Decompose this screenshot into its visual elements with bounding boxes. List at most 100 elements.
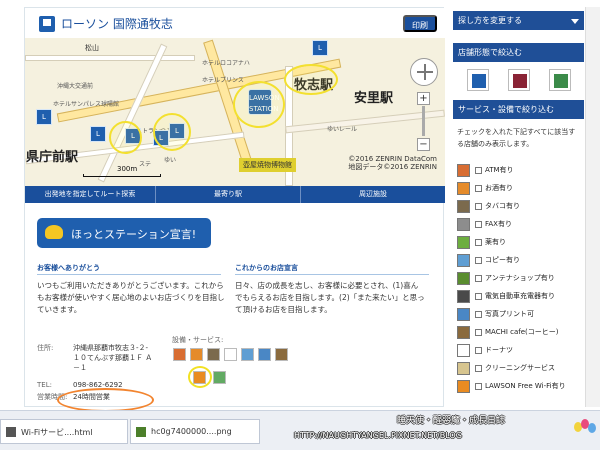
zoom-out-button[interactable]: − [417, 138, 430, 151]
charging-service-icon [213, 371, 226, 384]
filter-machi-cafe[interactable]: MACHI cafe(コーヒー) [457, 325, 581, 341]
filter-antenna-shop[interactable]: アンテナショップ有り [457, 271, 581, 287]
map-label: ホテルプリンス [202, 77, 244, 84]
vertical-scrollbar[interactable] [585, 7, 600, 407]
lawson-map-pin[interactable]: L [90, 126, 106, 142]
cleaning-icon [457, 362, 470, 375]
filter-wifi[interactable]: LAWSON Free Wi-Fi有り [457, 379, 581, 395]
address-label: 住所: [37, 344, 54, 352]
medicine-icon [457, 236, 470, 249]
print-button[interactable]: 印刷 [403, 15, 437, 32]
filter-cleaning[interactable]: クリーニングサービス [457, 361, 581, 377]
photo-print-icon [457, 308, 470, 321]
wifi-icon [457, 380, 470, 393]
yellow-highlight-circle [188, 366, 212, 388]
checkbox[interactable] [475, 257, 482, 264]
filter-donuts[interactable]: ドーナツ [457, 343, 581, 359]
map-label: ゆい [164, 157, 177, 164]
checkbox[interactable] [475, 347, 482, 354]
checkbox[interactable] [475, 185, 482, 192]
store-map[interactable]: 松山 沖縄大交通前 ホテルサンパレス球陽館 ホテルロコアナハ ホテルプリンス レ… [25, 38, 445, 186]
filter-medicine[interactable]: 薬有り [457, 235, 581, 251]
checkbox[interactable] [475, 293, 482, 300]
map-scale-bar [83, 174, 161, 177]
map-label: 松山 [85, 44, 99, 52]
photo-print-service-icon [258, 348, 271, 361]
map-label: ゆいレール [327, 126, 358, 133]
lawson-map-pin[interactable]: L [312, 40, 328, 56]
filter-fax[interactable]: FAX有り [457, 217, 581, 233]
checkbox[interactable] [475, 383, 482, 390]
balloon-icon [574, 417, 598, 435]
store-type-filter-header: 店舗形態で絞込む [453, 43, 584, 62]
nearest-station-tab[interactable]: 最寄り駅 [156, 186, 301, 203]
app-window: ローソン 国際通牧志 印刷 松山 沖縄大交通前 ホテルサンパレス球陽館 ホテルロ… [0, 0, 600, 450]
copy-service-icon [241, 348, 254, 361]
museum-label: 壺屋焼物博物館 [239, 158, 296, 172]
route-search-tab[interactable]: 出発地を指定してルート探索 [25, 186, 156, 203]
donut-icon [457, 344, 470, 357]
change-search-method-button[interactable]: 探し方を変更する [453, 11, 584, 30]
declaration-icon [45, 225, 63, 239]
checkbox[interactable] [475, 329, 482, 336]
hot-station-declaration: ほっとステーション宣言! [37, 218, 211, 248]
thank-you-heading: お客様へありがとう [37, 264, 100, 272]
filter-atm[interactable]: ATM有り [457, 163, 581, 179]
declaration-title: ほっとステーション宣言! [71, 228, 197, 241]
coffee-service-icon [275, 348, 288, 361]
checkbox[interactable] [475, 311, 482, 318]
thank-you-text: いつもご利用いただきありがとうございます。これからもお客様が使いやすく居心地のよ… [37, 281, 225, 314]
yellow-highlight-circle [284, 64, 338, 95]
ev-charger-icon [457, 290, 470, 303]
road [97, 43, 168, 183]
filter-photo-print[interactable]: 写真プリント可 [457, 307, 581, 323]
nearby-facilities-tab[interactable]: 周辺施設 [301, 186, 445, 203]
checkbox[interactable] [475, 275, 482, 282]
map-copyright: ©2016 ZENRIN DataCom 地図データ©2016 ZENRIN [348, 155, 437, 171]
chevron-down-icon [571, 19, 579, 24]
checkbox[interactable] [475, 167, 482, 174]
section-divider [37, 274, 221, 275]
html-file-icon [6, 427, 16, 437]
lawson-store-icon [39, 16, 55, 32]
liquor-service-icon [190, 348, 203, 361]
coffee-icon [457, 326, 470, 339]
lawson-store-filter[interactable] [467, 69, 489, 91]
zoom-in-button[interactable]: + [417, 92, 430, 105]
filter-description: チェックを入れた下記すべてに該当する店舗のみ表示します。 [457, 128, 576, 148]
map-controls: + − [410, 58, 438, 152]
checkbox[interactable] [475, 203, 482, 210]
store-detail-panel: ローソン 国際通牧志 印刷 松山 沖縄大交通前 ホテルサンパレス球陽館 ホテルロ… [24, 7, 445, 412]
filter-ev-charger[interactable]: 電気自動車充電器有り [457, 289, 581, 305]
checkbox[interactable] [475, 221, 482, 228]
png-file-icon [136, 427, 146, 437]
services-label: 設備・サービス: [172, 336, 224, 344]
copy-icon [457, 254, 470, 267]
filter-liquor[interactable]: お酒有り [457, 181, 581, 197]
atm-service-icon [173, 348, 186, 361]
road [25, 55, 195, 61]
filter-copy[interactable]: コピー有り [457, 253, 581, 269]
lawson-map-pin[interactable]: L [36, 109, 52, 125]
checkbox[interactable] [475, 239, 482, 246]
checkbox[interactable] [475, 365, 482, 372]
map-action-tabs: 出発地を指定してルート探索 最寄り駅 周辺施設 [25, 186, 445, 203]
map-label: ステ [139, 161, 152, 168]
orange-highlight-circle [57, 388, 154, 412]
zoom-slider[interactable] [422, 106, 425, 136]
blog-watermark: 睡天使・醒惡魔・成長日誌 [397, 416, 506, 426]
compass-icon[interactable] [410, 58, 438, 86]
map-station-label: 安里駅 [354, 91, 394, 106]
lawson-100-filter[interactable] [549, 69, 571, 91]
taskbar-png-file[interactable]: hc0g7400000....png [130, 419, 260, 444]
fax-icon [457, 218, 470, 231]
service-filter-header: サービス・設備で絞り込む [453, 100, 584, 119]
tobacco-service-icon [207, 348, 220, 361]
natural-lawson-filter[interactable] [508, 69, 530, 91]
tel-label: TEL: [37, 381, 52, 389]
blog-url-watermark: HTTP://NAUGHTYANGEL.PIXNET.NET/BLOG [294, 431, 462, 440]
filter-tobacco[interactable]: タバコ有り [457, 199, 581, 215]
store-title: ローソン 国際通牧志 [61, 17, 173, 31]
store-declaration-heading: これからのお店宣言 [235, 264, 298, 272]
taskbar-html-file[interactable]: Wi-Fiサービ....html [0, 419, 128, 444]
